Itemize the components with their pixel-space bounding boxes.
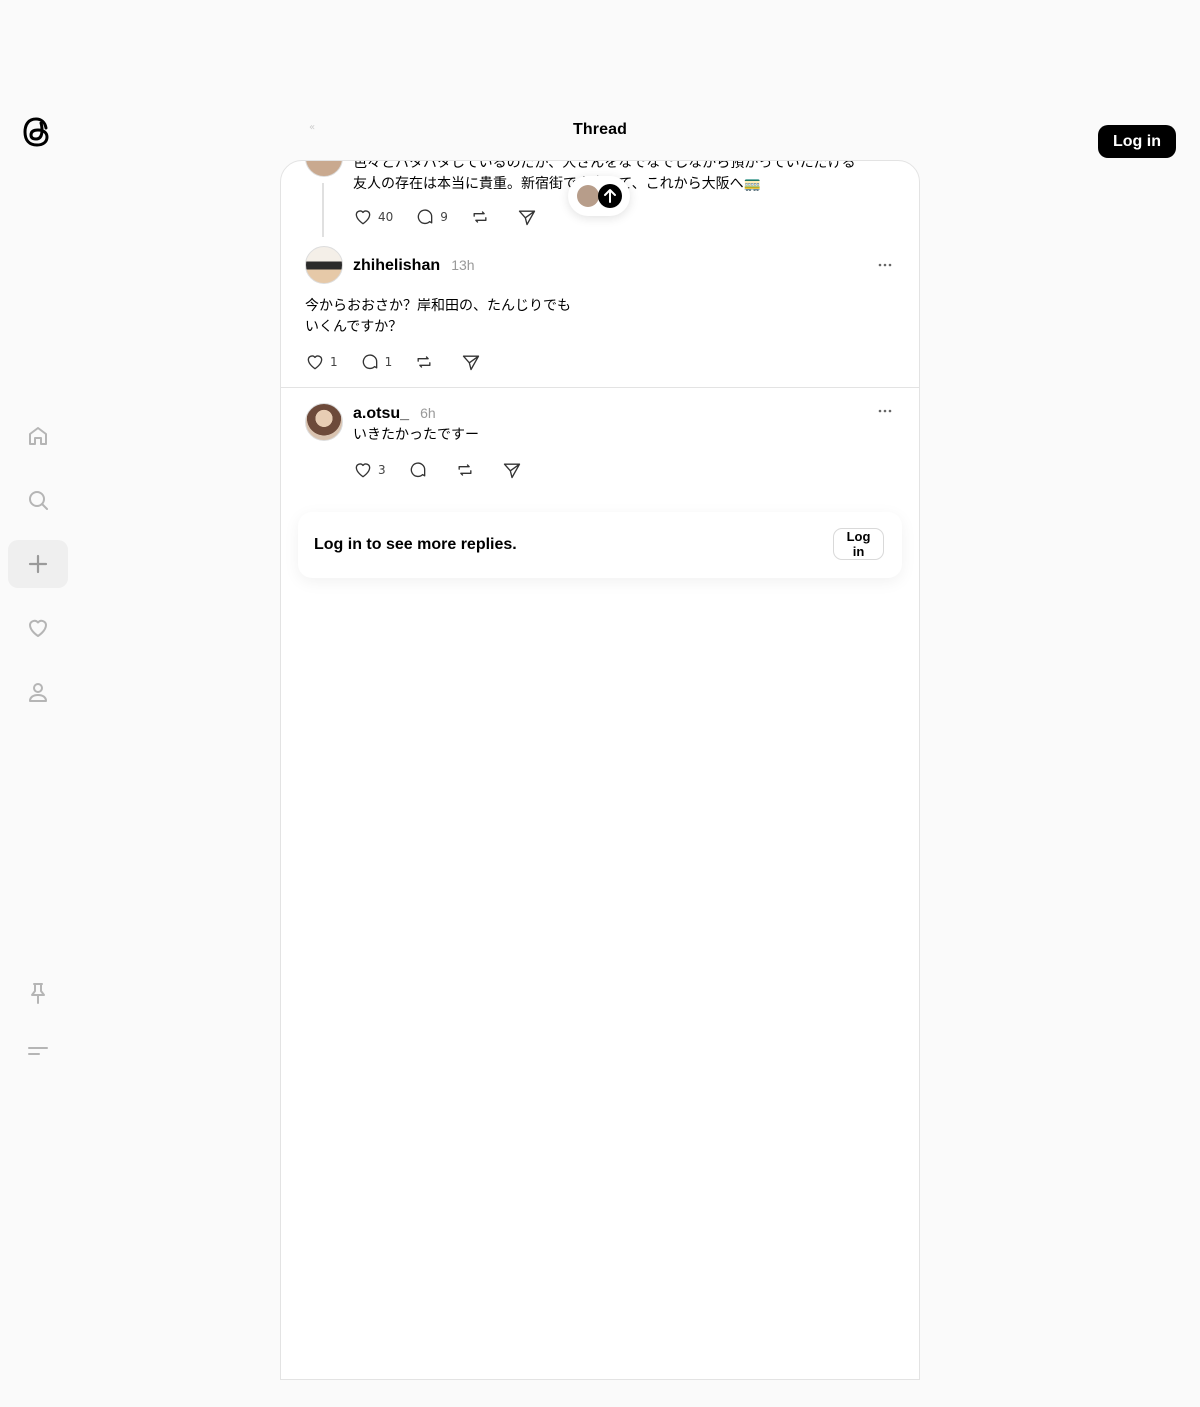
post-text-line: 色々とバタバタしているのだが、人さんをなでなでしながら預かっていただける xyxy=(353,160,856,171)
more-options-icon[interactable] xyxy=(875,255,895,275)
scroll-to-top-button[interactable] xyxy=(568,176,630,216)
profile-icon xyxy=(29,683,47,702)
like-button[interactable]: 1 xyxy=(305,352,338,372)
comment-button[interactable] xyxy=(408,460,433,480)
heart-icon xyxy=(29,619,47,637)
comment-count: 9 xyxy=(440,210,448,224)
send-icon xyxy=(503,463,520,479)
login-prompt-button[interactable]: Log in xyxy=(833,528,884,560)
pin-icon xyxy=(31,983,45,1004)
post-text: 今からおおさか？岸和田の、たんじりでも いくんですか？ xyxy=(305,296,571,338)
avatar xyxy=(577,185,599,207)
comment-icon xyxy=(362,354,377,370)
username[interactable]: a.otsu_ xyxy=(353,405,409,422)
like-count: 40 xyxy=(378,210,394,224)
like-count: 1 xyxy=(330,355,338,369)
repost-icon xyxy=(458,464,472,476)
comment-count: 1 xyxy=(384,355,393,369)
post-actions: 1 1 xyxy=(305,351,508,373)
username[interactable]: zhihelishan xyxy=(353,257,440,274)
home-icon xyxy=(29,427,47,445)
timestamp[interactable]: 13h xyxy=(451,257,474,273)
sidebar-item-activity[interactable] xyxy=(8,604,68,652)
comment-button[interactable]: 1 xyxy=(360,352,393,372)
plus-icon xyxy=(28,554,48,574)
send-icon xyxy=(518,210,536,226)
divider xyxy=(281,387,919,388)
repost-button[interactable] xyxy=(455,460,480,480)
sidebar-item-pin[interactable] xyxy=(8,969,68,1017)
thread-connector xyxy=(322,183,324,237)
search-icon xyxy=(29,491,48,510)
login-prompt-text: Log in to see more replies. xyxy=(314,536,517,553)
sidebar-item-search[interactable] xyxy=(8,476,68,524)
menu-icon xyxy=(28,1047,48,1055)
share-button[interactable] xyxy=(502,460,527,480)
sidebar-item-create[interactable] xyxy=(8,540,68,588)
arrow-up-icon xyxy=(598,184,622,208)
login-prompt-card: Log in to see more replies. Log in xyxy=(298,512,902,578)
share-button[interactable] xyxy=(517,207,542,227)
page-title: Thread xyxy=(573,121,627,138)
thread-panel: 色々とバタバタしているのだが、人さんをなでなでしながら預かっていただける 友人の… xyxy=(280,160,920,1380)
post-actions: 3 xyxy=(353,459,549,481)
share-button[interactable] xyxy=(461,352,486,372)
sidebar-item-menu[interactable] xyxy=(8,1027,68,1075)
sidebar-item-profile[interactable] xyxy=(8,668,68,716)
avatar[interactable] xyxy=(305,403,343,441)
comment-icon xyxy=(410,462,425,478)
repost-button[interactable] xyxy=(414,352,439,372)
post-text-line: 今からおおさか？岸和田の、たんじりでも xyxy=(305,298,571,314)
like-count: 3 xyxy=(378,463,386,477)
like-button[interactable]: 40 xyxy=(353,207,393,227)
post-text: いきたかったですー xyxy=(353,427,479,443)
sidebar-item-home[interactable] xyxy=(8,412,68,460)
avatar[interactable] xyxy=(305,161,343,177)
send-icon xyxy=(463,355,480,371)
post-header: a.otsu_ 6h xyxy=(353,403,436,423)
repost-button[interactable] xyxy=(470,207,495,227)
comment-button[interactable]: 9 xyxy=(415,207,448,227)
avatar[interactable] xyxy=(305,246,343,284)
heart-icon xyxy=(307,355,323,370)
post-text-line: いくんですか？ xyxy=(305,319,403,335)
more-options-icon[interactable] xyxy=(875,401,895,421)
timestamp[interactable]: 6h xyxy=(420,405,436,421)
comment-icon xyxy=(418,209,433,225)
login-button[interactable]: Log in xyxy=(1098,125,1176,158)
repost-icon xyxy=(417,356,431,368)
post-actions: 40 9 xyxy=(353,206,564,228)
post-header: zhihelishan 13h xyxy=(353,255,475,275)
heart-icon xyxy=(355,210,371,225)
like-button[interactable]: 3 xyxy=(353,460,386,480)
heart-icon xyxy=(355,463,371,478)
repost-icon xyxy=(473,211,487,223)
